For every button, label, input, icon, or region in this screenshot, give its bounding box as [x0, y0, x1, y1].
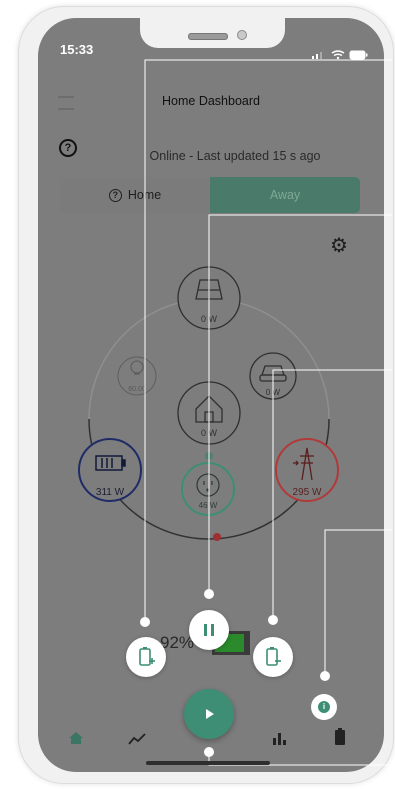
battery-node[interactable]: 311 W — [78, 438, 142, 502]
bar-chart-icon — [273, 733, 286, 745]
battery-icon — [335, 728, 345, 745]
play-icon — [206, 709, 214, 719]
energy-flow-diagram: 0 W 60.00 0 W 0 W 311 W 46 W 295 W — [78, 59, 392, 766]
battery-value: 311 W — [96, 487, 125, 498]
flow-dot — [213, 533, 221, 541]
outlet-node[interactable]: 46 W — [181, 462, 235, 516]
tab-statistics[interactable] — [272, 731, 286, 750]
battery-minus-icon — [266, 647, 281, 666]
grid-value: 295 W — [293, 487, 322, 498]
home-indicator — [146, 761, 270, 765]
discharge-battery-button[interactable] — [253, 637, 293, 677]
battery-plus-icon — [139, 647, 155, 666]
info-icon: i — [318, 701, 330, 713]
trend-icon — [128, 733, 146, 745]
lights-node[interactable]: 60.00 — [117, 356, 157, 396]
lights-value: 60.00 — [128, 386, 146, 393]
annotation-dots — [140, 589, 330, 757]
info-button[interactable]: i — [311, 694, 337, 720]
outlet-value: 46 W — [199, 501, 218, 510]
home-icon — [69, 732, 83, 744]
charge-battery-button[interactable] — [126, 637, 166, 677]
pause-button[interactable] — [189, 610, 229, 650]
tab-battery[interactable] — [334, 728, 346, 751]
pause-icon — [204, 624, 214, 636]
tab-trends[interactable] — [128, 732, 146, 750]
play-button[interactable] — [184, 689, 234, 739]
tab-home[interactable] — [68, 731, 84, 750]
grid-node[interactable]: 295 W — [275, 438, 339, 502]
